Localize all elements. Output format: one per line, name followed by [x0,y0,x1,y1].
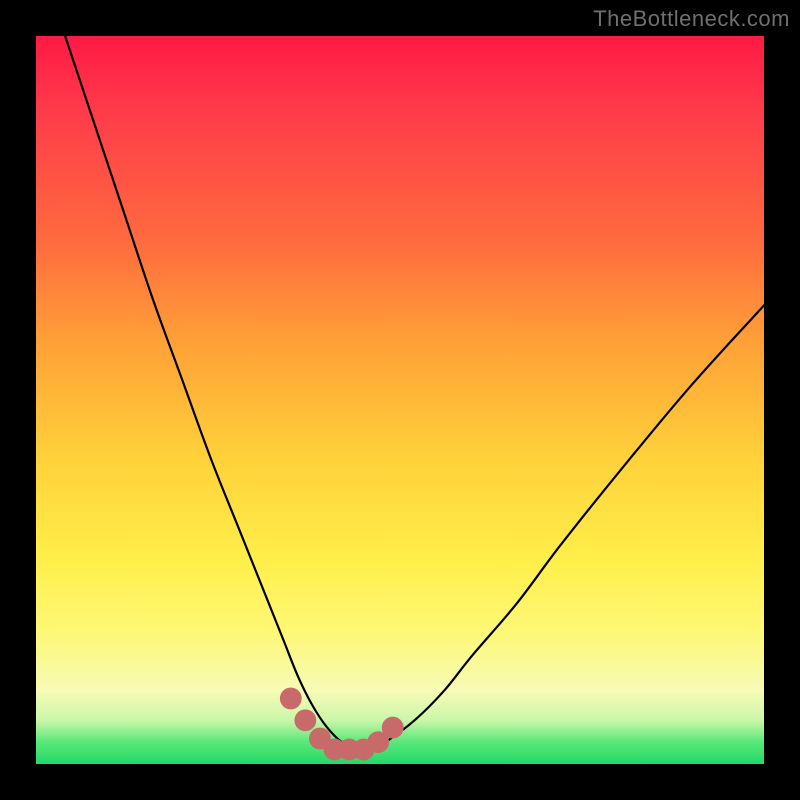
marker-dot [294,709,316,731]
marker-dot [280,688,302,710]
plot-area [36,36,764,764]
bottleneck-curve [65,36,764,750]
optimal-range-markers [280,688,404,761]
chart-svg [36,36,764,764]
watermark-text: TheBottleneck.com [593,6,790,32]
chart-stage: TheBottleneck.com [0,0,800,800]
marker-dot [382,717,404,739]
